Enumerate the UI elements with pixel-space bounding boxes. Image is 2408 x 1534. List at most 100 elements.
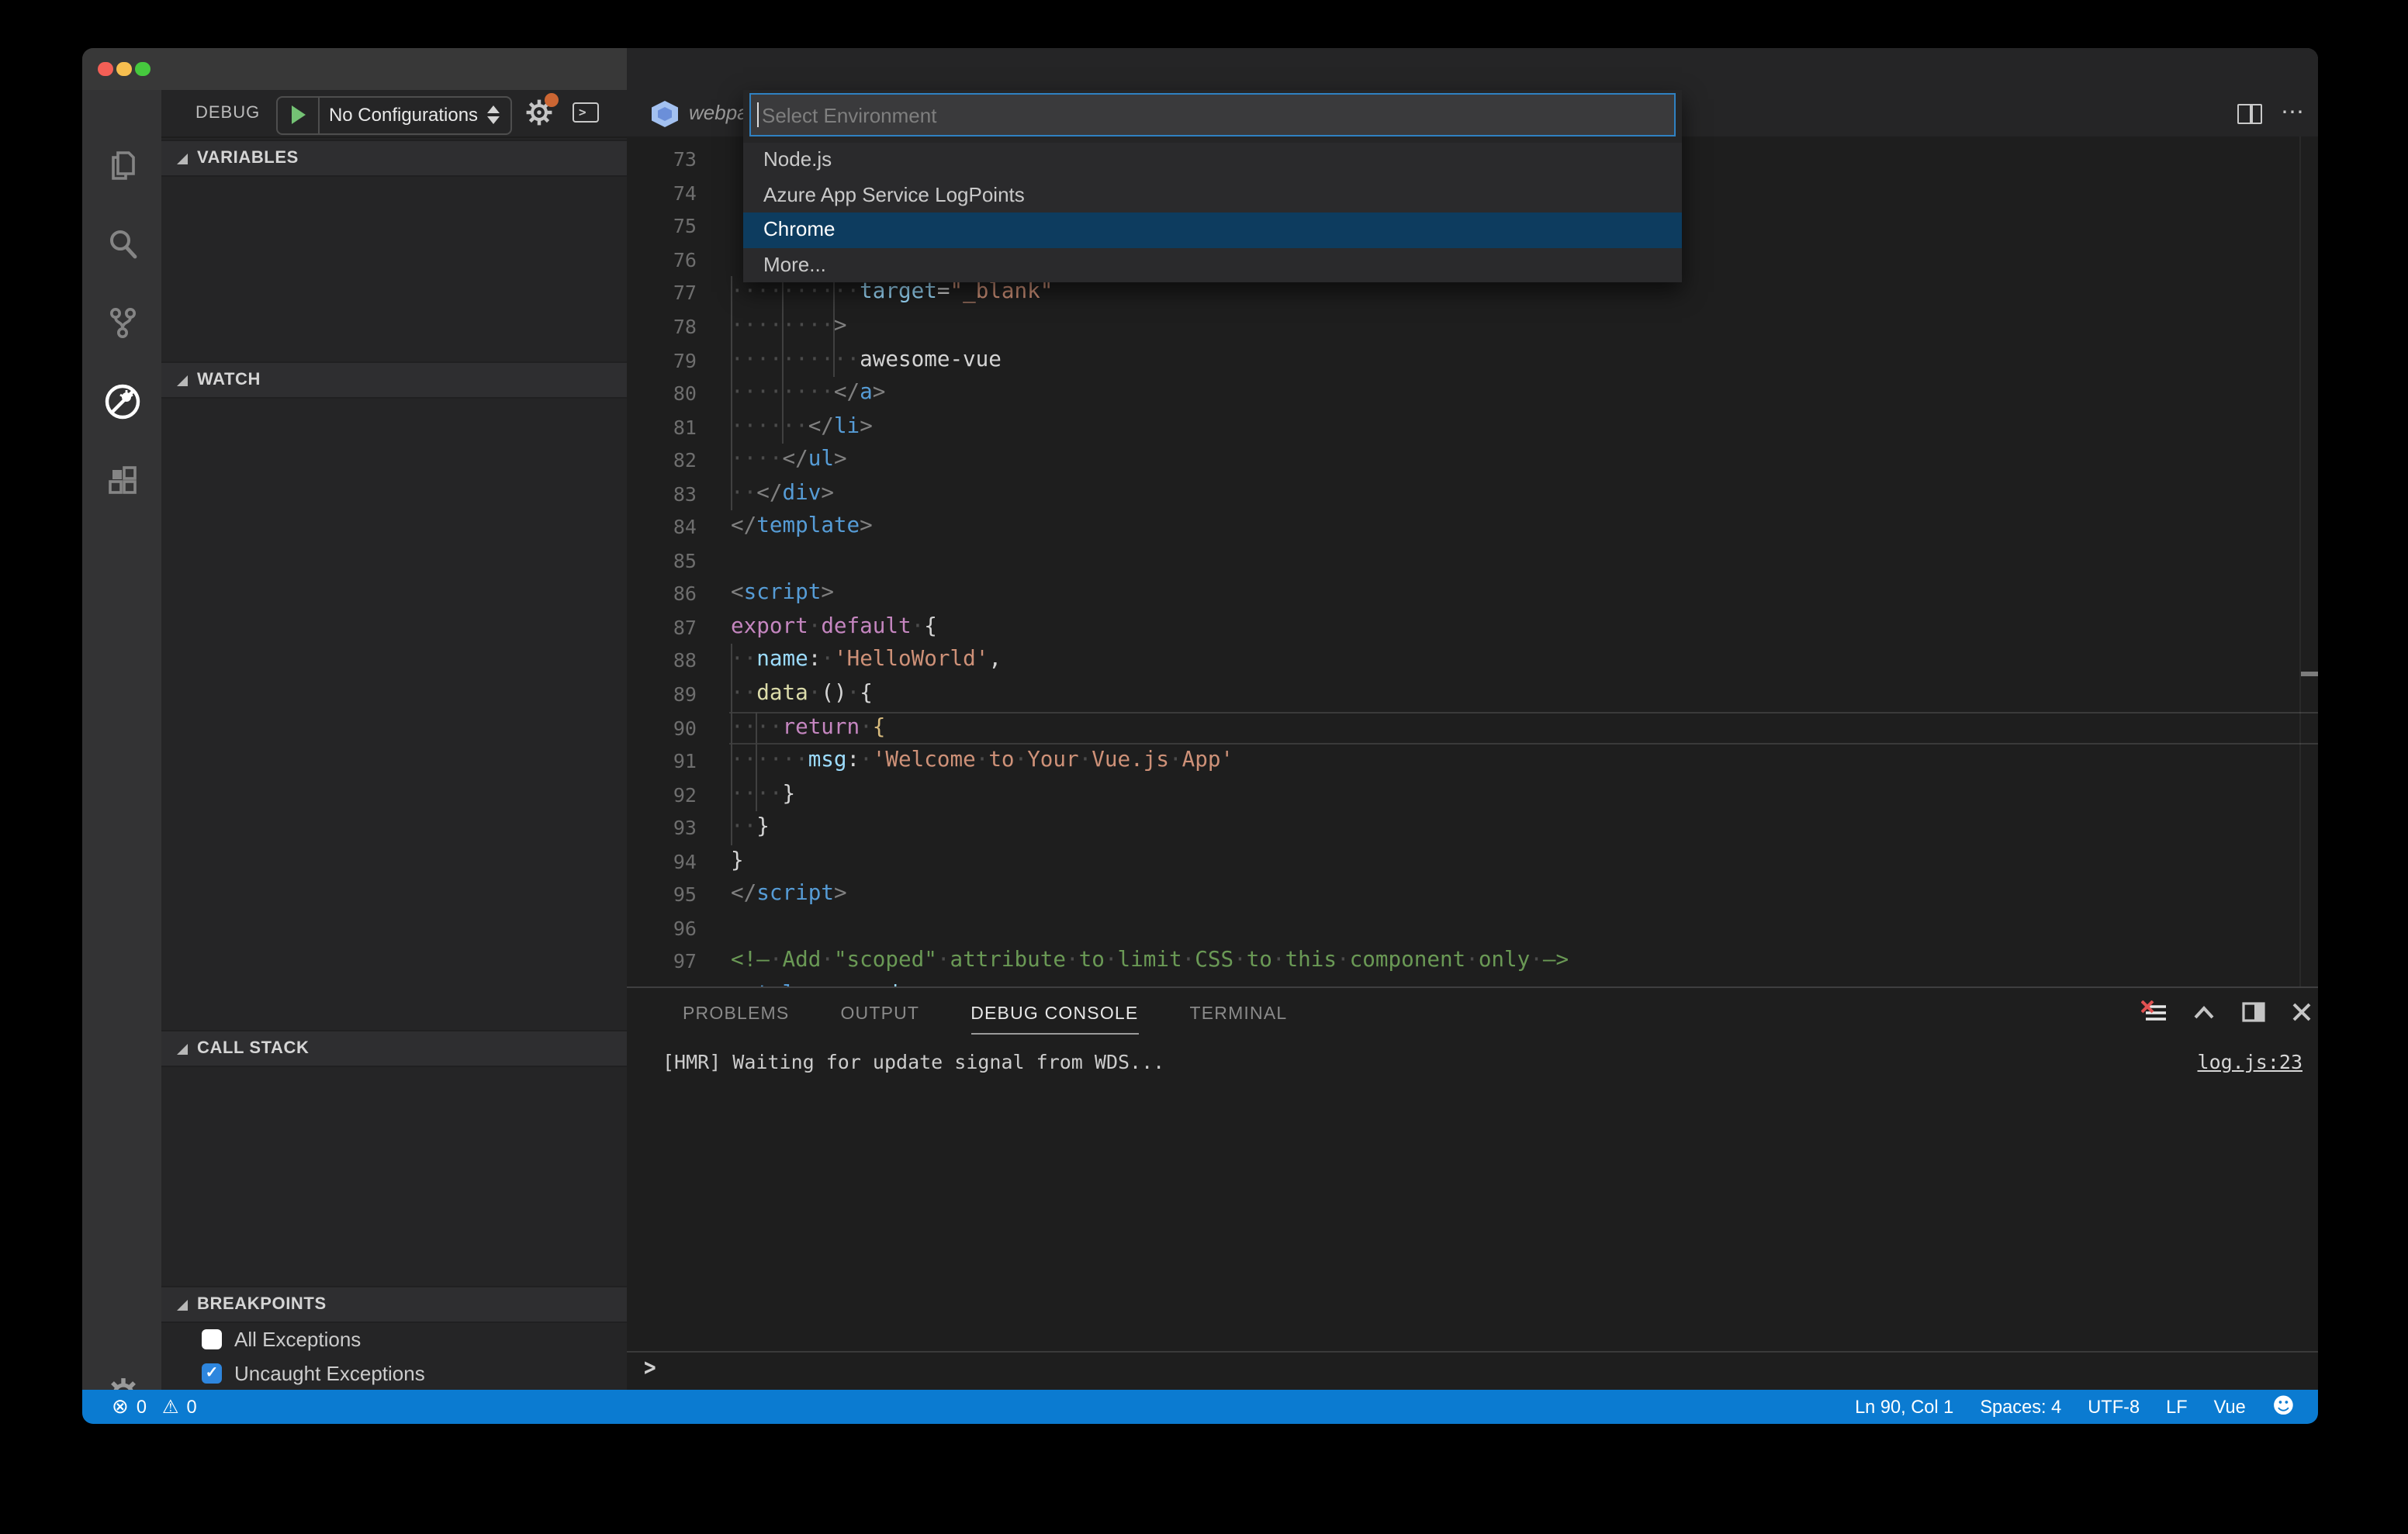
code-line-96[interactable]: 96 [627,912,2318,945]
clear-console-icon[interactable] [2141,1000,2166,1024]
code-line-81[interactable]: 81 ······</li> [627,410,2318,444]
panel-tab-output[interactable]: OUTPUT [840,996,919,1033]
code-text: ······</li> [731,413,873,439]
environment-option-node-js[interactable]: Node.js [743,143,1682,178]
line-number: 77 [673,281,697,305]
code-text: ········</a> [731,380,886,406]
line-number: 92 [673,783,697,807]
code-line-94[interactable]: 94} [627,845,2318,879]
warning-count[interactable]: 0 [186,1396,196,1418]
code-line-91[interactable]: 91 ······msg:·'Welcome·to·Your·Vue.js·App… [627,745,2318,778]
more-actions-icon[interactable]: ⋯ [2281,101,2306,124]
open-panel-side-icon[interactable] [2242,1002,2265,1022]
checkbox-unchecked[interactable] [202,1328,222,1349]
code-line-98[interactable]: 98 <style·scoped> [627,979,2318,986]
environment-option-more-[interactable]: More... [743,247,1682,282]
panel-tabs: PROBLEMS OUTPUT DEBUG CONSOLE TERMINAL [683,996,1287,1035]
code-line-86[interactable]: 86 <script> [627,578,2318,611]
indent-guide [781,276,784,444]
breakpoints-section-header[interactable]: BREAKPOINTS [161,1286,627,1323]
extensions-icon[interactable] [102,461,143,501]
encoding[interactable]: UTF-8 [2088,1396,2140,1418]
line-number: 87 [673,615,697,639]
environment-option-chrome[interactable]: Chrome [743,212,1682,247]
line-number: 97 [673,949,697,973]
watch-section-header[interactable]: WATCH [161,361,627,399]
code-line-88[interactable]: 88 ··name:·'HelloWorld', [627,644,2318,678]
code-text: ··········awesome-vue [731,347,1002,371]
line-number: 79 [673,348,697,371]
environment-option-azure-app-service-logpoints[interactable]: Azure App Service LogPoints [743,178,1682,212]
panel-tab-debug-console[interactable]: DEBUG CONSOLE [970,996,1139,1035]
open-debug-console-button[interactable]: > [573,102,599,123]
explorer-icon[interactable] [102,144,143,185]
code-line-80[interactable]: 80 ········</a> [627,377,2318,410]
line-number: 90 [673,716,697,740]
code-line-95[interactable]: 95 </script> [627,879,2318,912]
line-number: 78 [673,314,697,338]
variables-section-header[interactable]: VARIABLES [161,140,627,177]
panel-tab-terminal[interactable]: TERMINAL [1189,996,1287,1033]
code-line-85[interactable]: 85 [627,544,2318,578]
line-number: 82 [673,448,697,472]
debug-configuration-dropdown[interactable]: No Configurations [276,95,512,134]
code-text: export·default·{ [731,613,937,639]
line-number: 73 [673,147,697,171]
language-mode[interactable]: Vue [2214,1396,2246,1418]
code-line-90[interactable]: 90 ····return·{ [627,711,2318,745]
debug-icon[interactable] [102,382,143,422]
select-environment-input[interactable]: Select Environment [749,93,1676,136]
start-debug-icon[interactable] [292,105,306,124]
console-source-link[interactable]: log.js:23 [2198,1050,2302,1073]
code-text: ··</div> [731,480,834,506]
indent-guide [730,276,732,511]
vscode-window: HelloWorld.vue — vuejs-webpack-project [82,48,2318,1424]
source-control-icon[interactable] [102,302,143,343]
warnings-icon[interactable]: ⚠ [162,1396,179,1418]
close-panel-icon[interactable] [2292,1002,2312,1022]
code-line-83[interactable]: 83 ··</div> [627,477,2318,510]
line-number: 89 [673,682,697,706]
line-number: 85 [673,548,697,572]
checkbox-checked[interactable]: ✓ [202,1363,222,1383]
search-icon[interactable] [102,223,143,264]
twistie-icon [177,1299,188,1310]
code-line-87[interactable]: 87 export·default·{ [627,611,2318,644]
desktop: HelloWorld.vue — vuejs-webpack-project [0,0,2408,1534]
section-label: BREAKPOINTS [197,1295,327,1314]
code-text: </script> [731,881,847,907]
editor-tab-webpack[interactable]: webpa [689,90,749,136]
code-line-97[interactable]: 97 <!—·Add·"scoped"·attribute·to·limit·CS… [627,945,2318,979]
code-line-92[interactable]: 92 ····} [627,778,2318,811]
panel-tab-problems[interactable]: PROBLEMS [683,996,789,1033]
editor-scrollbar[interactable] [2299,136,2300,986]
feedback-smiley-icon[interactable]: ☻ [2272,1394,2295,1419]
breakpoint-all-exceptions[interactable]: All Exceptions [161,1322,627,1356]
code-line-79[interactable]: 79 ··········awesome-vue [627,344,2318,377]
code-text: ··} [731,814,770,840]
code-line-89[interactable]: 89 ··data·()·{ [627,678,2318,711]
status-bar: ⊗ 0 ⚠ 0 Ln 90, Col 1 Spaces: 4 UTF-8 LF … [82,1390,2318,1424]
code-text: <style·scoped> [731,979,912,986]
code-line-78[interactable]: 78 ········> [627,310,2318,344]
quick-input-widget: Select Environment Node.js Azure App Serv… [743,90,1682,282]
dropdown-updown-icon [487,105,500,124]
indentation[interactable]: Spaces: 4 [1980,1396,2061,1418]
code-line-82[interactable]: 82 ····</ul> [627,444,2318,477]
code-line-93[interactable]: 93 ··} [627,811,2318,845]
code-line-84[interactable]: 84 </template> [627,511,2318,544]
breakpoint-label: Uncaught Exceptions [234,1361,425,1384]
breakpoint-uncaught-exceptions[interactable]: ✓ Uncaught Exceptions [161,1356,627,1390]
error-count[interactable]: 0 [137,1396,147,1418]
configure-gear-button[interactable] [524,93,559,127]
debug-sidebar: DEBUG No Configurations > VARIABLES WATC… [161,90,627,1390]
eol-sequence[interactable]: LF [2166,1396,2188,1418]
webpack-logo-icon [652,101,678,127]
errors-icon[interactable]: ⊗ [112,1395,129,1418]
maximize-panel-icon[interactable] [2192,1003,2216,1021]
cursor-position[interactable]: Ln 90, Col 1 [1855,1396,1953,1418]
code-text: ··data·()·{ [731,681,873,706]
call-stack-section-header[interactable]: CALL STACK [161,1030,627,1067]
debug-console-input[interactable]: > [627,1351,2318,1390]
split-editor-icon[interactable] [2237,103,2262,123]
